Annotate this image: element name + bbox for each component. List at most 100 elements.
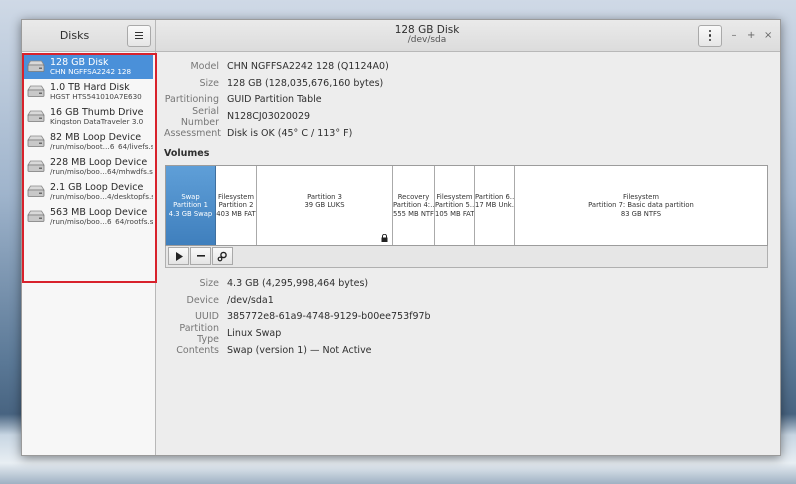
drive-icon [27, 85, 45, 97]
device-text: 16 GB Thumb Drive Kingston DataTraveler 3… [50, 108, 143, 126]
device-item[interactable]: 228 MB Loop Device/run/miso/boo…64/mhwdf… [24, 154, 153, 179]
play-icon [175, 251, 183, 261]
disk-details: Model CHN NGFFSA2242 128 (Q1124A0) Size 128… [156, 52, 780, 455]
property-row: Partition Type Linux Swap [164, 322, 772, 345]
drive-icon [27, 110, 45, 122]
partition-block[interactable]: Recovery Partition 4:… 555 MB NTFS [393, 165, 435, 245]
drive-icon [27, 185, 45, 197]
sidebar-header: Disks [22, 20, 156, 51]
partition-label: 555 MB NTFS [393, 209, 435, 218]
window-controls: – + × [730, 30, 773, 41]
device-description: /run/miso/boo…4/desktopfs.sfs [50, 191, 153, 201]
property-label: Device [186, 294, 220, 306]
drive-icon [27, 60, 45, 72]
minimize-button[interactable]: – [730, 30, 738, 41]
gears-icon [217, 251, 227, 262]
property-row: Size 4.3 GB (4,295,998,464 bytes) [164, 275, 772, 292]
volume-properties: Size 4.3 GB (4,295,998,464 bytes) Device/d… [164, 275, 772, 359]
partition-block[interactable]: Filesystem Partition 7: Basic data partit… [515, 166, 767, 245]
kebab-dot-icon [708, 38, 712, 42]
device-item[interactable]: 128 GB Disk CHN NGFFSA2242 128 [24, 54, 153, 79]
property-row: Device/dev/sda1 [164, 292, 772, 309]
partition-label: Filesystem [436, 192, 473, 201]
property-value: Disk is OK (45° C / 113° F) [227, 128, 353, 140]
window-content: 128 GB Disk CHN NGFFSA2242 128 1.0 TB Hard… [22, 52, 780, 455]
device-item[interactable]: 2.1 GB Loop Device/run/miso/boo…4/deskto… [24, 179, 153, 204]
device-item[interactable]: 1.0 TB Hard Disk HGST HTS541010A7E630 [24, 79, 153, 104]
property-row: Partitioning GUID Partition Table [164, 92, 772, 109]
mount-button[interactable] [168, 247, 189, 266]
partition-label: 403 MB FAT [216, 209, 256, 218]
window-title-block: 128 GB Disk /dev/sda [156, 25, 698, 45]
device-description: /run/miso/boo…6_64/rootfs.sfs [50, 216, 153, 226]
drive-icon [27, 135, 45, 147]
partition-label: 105 MB FAT [435, 209, 475, 218]
device-list: 128 GB Disk CHN NGFFSA2242 128 1.0 TB Hard… [22, 52, 157, 455]
maximize-button[interactable]: + [747, 30, 755, 41]
device-text: 563 MB Loop Device/run/miso/boo…6_64/roo… [50, 208, 153, 226]
partition-label: Partition 6… [475, 192, 515, 201]
partition-block[interactable]: Partition 6… 17 MB Unk… [475, 165, 515, 245]
partition-label: Partition 7: Basic data partition [588, 201, 694, 210]
property-value: N128CJ03020029 [227, 111, 311, 123]
device-item[interactable]: 563 MB Loop Device/run/miso/boo…6_64/roo… [24, 204, 153, 229]
kebab-dot-icon [708, 29, 712, 33]
kebab-dot-icon [708, 34, 712, 37]
partition-label: Swap [181, 192, 200, 201]
property-value: Swap (version 1) — Not Active [227, 345, 372, 357]
disk-properties: Model CHN NGFFSA2242 128 (Q1124A0) Size 128… [164, 58, 772, 142]
device-description: /run/miso/boot…6_64/livefs.sfs [50, 141, 153, 151]
property-label: Contents [176, 345, 219, 357]
app-menu-button[interactable] [127, 24, 151, 47]
property-value: /dev/sda1 [227, 294, 274, 306]
title-bar: Disks 128 GB Disk /dev/sda – + × [22, 20, 780, 52]
partition-options-button[interactable] [212, 247, 233, 266]
volumes-heading: Volumes [164, 147, 210, 159]
property-label: Partition Type [179, 322, 219, 345]
device-text: 228 MB Loop Device/run/miso/boo…64/mhwdf… [50, 158, 153, 176]
property-label: Serial Number [180, 105, 219, 128]
property-value: GUID Partition Table [227, 94, 322, 106]
disks-window: Disks 128 GB Disk /dev/sda – + × 128 GB … [21, 19, 781, 456]
sidebar-title: Disks [59, 29, 90, 42]
device-text: 1.0 TB Hard Disk HGST HTS541010A7E630 [50, 83, 142, 101]
partition-block[interactable]: Partition 3 39 GB LUKS [257, 165, 393, 245]
property-value: Linux Swap [227, 328, 282, 340]
property-value: 385772e8-61a9-4748-9129-b00ee753f97b [227, 311, 431, 323]
property-row: Model CHN NGFFSA2242 128 (Q1124A0) [164, 58, 772, 75]
device-text: 128 GB Disk CHN NGFFSA2242 128 [50, 58, 131, 76]
partition-label: 83 GB NTFS [620, 209, 662, 218]
partition-label: Filesystem [218, 192, 254, 201]
device-item[interactable]: 16 GB Thumb Drive Kingston DataTraveler 3… [24, 104, 153, 129]
property-label: Model [190, 60, 219, 72]
device-description: /run/miso/boo…64/mhwdfs.sfs [50, 166, 153, 176]
property-row: Serial Number N128CJ03020029 [164, 105, 772, 128]
property-label: UUID [194, 311, 219, 323]
device-description: CHN NGFFSA2242 128 [50, 66, 132, 76]
volume-toolbar [165, 245, 768, 268]
device-item[interactable]: 82 MB Loop Device/run/miso/boot…6_64/liv… [24, 129, 153, 154]
delete-partition-button[interactable] [190, 247, 211, 266]
partition-block[interactable]: Filesystem Partition 5… 105 MB FAT [435, 165, 475, 245]
property-label: Partitioning [164, 94, 219, 106]
partition-label: 39 GB LUKS [304, 201, 345, 210]
partition-block[interactable]: Swap Partition 1 4.3 GB Swap [166, 165, 216, 245]
partition-block[interactable]: Filesystem Partition 2 403 MB FAT [216, 165, 257, 245]
partition-label: Partition 2 [218, 201, 254, 210]
partition-label: Partition 4:… [393, 201, 435, 210]
partition-label: Partition 5… [435, 201, 475, 210]
property-value: CHN NGFFSA2242 128 (Q1124A0) [227, 60, 389, 72]
minus-icon [196, 255, 205, 258]
property-value: 128 GB (128,035,676,160 bytes) [227, 77, 384, 89]
partition-label: Recovery [397, 192, 430, 201]
partition-label: 17 MB Unk… [475, 201, 515, 210]
lock-icon [381, 233, 388, 242]
partition-label: 4.3 GB Swap [168, 209, 213, 218]
property-label: Size [199, 77, 219, 89]
close-button[interactable]: × [764, 30, 772, 41]
device-text: 2.1 GB Loop Device/run/miso/boo…4/deskto… [50, 183, 153, 201]
main-header: 128 GB Disk /dev/sda – + × [156, 20, 780, 51]
property-row: Assessment Disk is OK (45° C / 113° F) [164, 125, 772, 142]
drive-options-button[interactable] [698, 24, 722, 47]
hamburger-icon [135, 32, 143, 39]
